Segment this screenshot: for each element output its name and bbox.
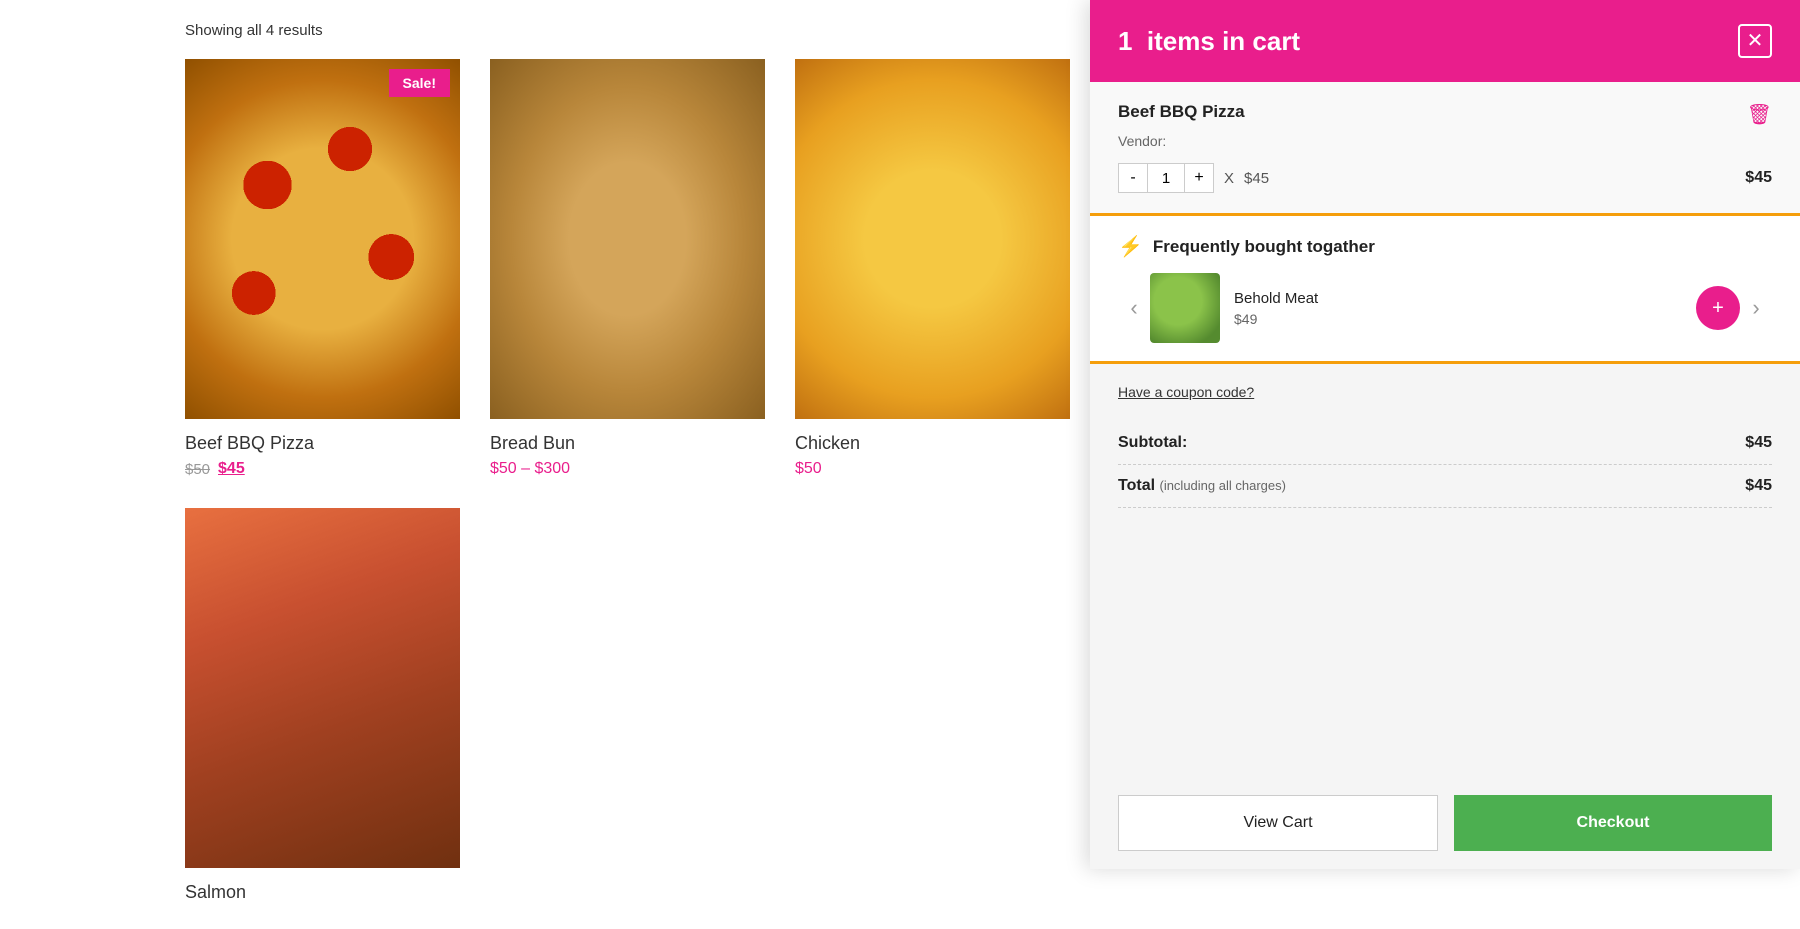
cart-footer: View Cart Checkout: [1090, 777, 1800, 869]
pizza-image: [185, 59, 460, 419]
price-range: $50 – $300: [490, 460, 570, 478]
product-card-salmon[interactable]: Salmon: [185, 508, 460, 909]
cart-title: 1 items in cart: [1118, 26, 1300, 57]
product-name: Bread Bun: [490, 433, 765, 454]
bread-image: [490, 59, 765, 419]
subtotal-amount: $45: [1745, 434, 1772, 452]
product-image-bread-bun[interactable]: [490, 59, 765, 419]
product-name: Salmon: [185, 882, 460, 903]
subtotal-row: Subtotal: $45: [1118, 422, 1772, 465]
product-card-bread-bun[interactable]: Bread Bun $50 – $300: [490, 59, 765, 478]
multiply-symbol: X: [1224, 170, 1234, 187]
sale-badge: Sale!: [389, 69, 450, 97]
chicken-image: [795, 59, 1070, 419]
carousel-next-button[interactable]: ›: [1740, 292, 1772, 324]
frequently-title-row: ⚡ Frequently bought togather: [1118, 234, 1772, 259]
product-info-chicken: Chicken $50: [795, 419, 1070, 478]
price-wrap: $50 – $300: [490, 460, 765, 478]
results-count: Showing all 4 results: [185, 10, 1070, 59]
totals-section: Subtotal: $45 Total (including all charg…: [1090, 412, 1800, 518]
cart-qty-row: - 1 + X $45 $45: [1118, 163, 1772, 193]
cart-item-name: Beef BBQ Pizza: [1118, 102, 1245, 122]
product-info-bread-bun: Bread Bun $50 – $300: [490, 419, 765, 478]
add-to-cart-button[interactable]: +: [1696, 286, 1740, 330]
frequently-item-info: Behold Meat $49: [1234, 290, 1318, 327]
cart-vendor: Vendor:: [1118, 133, 1772, 149]
plus-icon: +: [1712, 297, 1724, 320]
cart-item-total: $45: [1745, 169, 1772, 187]
product-image-beef-bbq-pizza[interactable]: Sale!: [185, 59, 460, 419]
price-old: $50: [185, 461, 210, 478]
unit-price: $45: [1244, 170, 1269, 187]
cart-header: 1 items in cart ✕: [1090, 0, 1800, 82]
price-new: $45: [218, 460, 245, 478]
product-info-beef-bbq-pizza: Beef BBQ Pizza $50 $45: [185, 419, 460, 478]
frequently-carousel: ‹ Behold Meat $49 + ›: [1118, 273, 1772, 343]
salad-image: [1150, 273, 1220, 343]
qty-decrease-button[interactable]: -: [1118, 163, 1148, 193]
qty-increase-button[interactable]: +: [1184, 163, 1214, 193]
coupon-section: Have a coupon code?: [1090, 364, 1800, 412]
frequently-title: Frequently bought togather: [1153, 237, 1375, 257]
qty-value: 1: [1148, 163, 1184, 193]
checkout-button[interactable]: Checkout: [1454, 795, 1772, 851]
spacer: [1090, 518, 1800, 777]
product-card-beef-bbq-pizza[interactable]: Sale! Beef BBQ Pizza $50 $45: [185, 59, 460, 478]
subtotal-label: Subtotal:: [1118, 434, 1187, 452]
cart-close-button[interactable]: ✕: [1738, 24, 1772, 58]
frequently-item-name: Behold Meat: [1234, 290, 1318, 307]
cart-item-top: Beef BBQ Pizza 🗑: [1118, 102, 1772, 127]
cart-count: 1: [1118, 26, 1132, 56]
price-single: $50: [795, 460, 822, 478]
product-grid: Sale! Beef BBQ Pizza $50 $45 Bread Bun $…: [185, 59, 1070, 909]
carousel-prev-button[interactable]: ‹: [1118, 292, 1150, 324]
cart-items-label: items in cart: [1147, 26, 1300, 56]
frequently-item: Behold Meat $49: [1150, 273, 1696, 343]
total-amount: $45: [1745, 477, 1772, 495]
salmon-image: [185, 508, 460, 868]
product-name: Chicken: [795, 433, 1070, 454]
product-card-chicken[interactable]: Chicken $50: [795, 59, 1070, 478]
view-cart-button[interactable]: View Cart: [1118, 795, 1438, 851]
total-label: Total (including all charges): [1118, 477, 1286, 495]
price-wrap: $50: [795, 460, 1070, 478]
bolt-icon: ⚡: [1118, 234, 1143, 259]
close-icon: ✕: [1747, 31, 1764, 51]
product-name: Beef BBQ Pizza: [185, 433, 460, 454]
total-sublabel: (including all charges): [1159, 478, 1285, 493]
trash-icon[interactable]: 🗑: [1747, 102, 1772, 127]
coupon-link[interactable]: Have a coupon code?: [1118, 384, 1254, 400]
price-wrap: $50 $45: [185, 460, 460, 478]
cart-panel: 1 items in cart ✕ Beef BBQ Pizza 🗑 Vendo…: [1090, 0, 1800, 869]
frequently-item-image: [1150, 273, 1220, 343]
cart-item-section: Beef BBQ Pizza 🗑 Vendor: - 1 + X $45 $45: [1090, 82, 1800, 213]
qty-controls: - 1 + X $45: [1118, 163, 1269, 193]
frequently-bought-section: ⚡ Frequently bought togather ‹ Behold Me…: [1090, 216, 1800, 361]
product-image-chicken[interactable]: [795, 59, 1070, 419]
frequently-item-price: $49: [1234, 311, 1318, 327]
product-info-salmon: Salmon: [185, 868, 460, 903]
main-content: Showing all 4 results Sale! Beef BBQ Piz…: [0, 0, 1090, 929]
total-row: Total (including all charges) $45: [1118, 465, 1772, 508]
product-image-salmon[interactable]: [185, 508, 460, 868]
